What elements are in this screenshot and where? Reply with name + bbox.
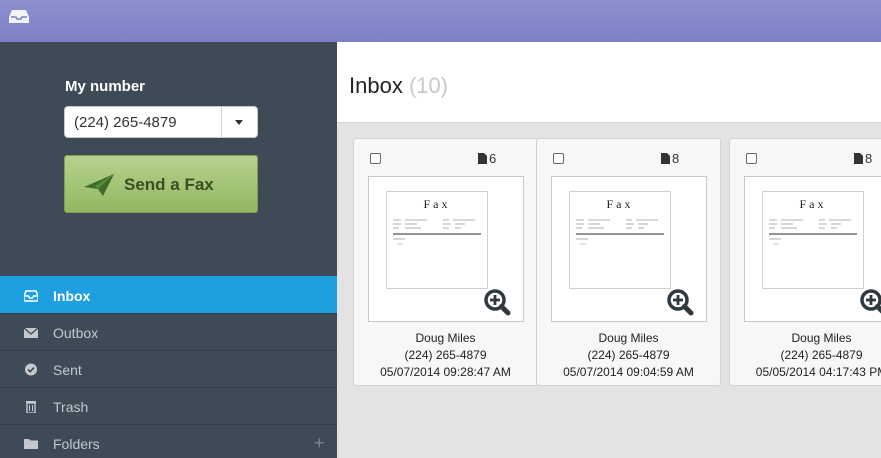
fax-page-preview: Fax — [762, 191, 864, 289]
sender-phone: (224) 265-4879 — [780, 348, 863, 362]
my-number-label: My number — [65, 78, 146, 95]
sender-name: Doug Miles — [791, 331, 852, 345]
sender-name: Doug Miles — [598, 331, 659, 345]
sidebar-nav: Inbox Outbox Sent Trash Folders + — [0, 276, 337, 458]
sender-phone: (224) 265-4879 — [587, 348, 670, 362]
page-count-value: 8 — [672, 151, 680, 166]
zoom-in-icon[interactable] — [483, 288, 511, 316]
sidebar-item-inbox[interactable]: Inbox — [0, 276, 337, 313]
sidebar-item-trash[interactable]: Trash — [0, 387, 337, 424]
fax-card[interactable]: 6 Fax Doug Miles (224) 265-4879 05/07/20… — [353, 138, 538, 386]
my-number-select[interactable]: (224) 265-4879 — [64, 106, 258, 138]
fax-card[interactable]: 8 Fax — [536, 138, 721, 386]
page-count: 6 — [478, 151, 496, 166]
sidebar-item-label: Outbox — [53, 325, 99, 341]
message-count: (10) — [408, 73, 449, 98]
page-title: Inbox (10) — [349, 73, 448, 99]
fax-preview-lines — [576, 219, 664, 245]
select-checkbox[interactable] — [370, 153, 381, 164]
fax-page-preview: Fax — [569, 191, 671, 289]
document-icon — [661, 153, 670, 164]
send-fax-label: Send a Fax — [124, 175, 214, 194]
page-count: 8 — [854, 151, 872, 166]
fax-preview-lines — [769, 219, 857, 245]
received-date: 05/07/2014 09:04:59 AM — [563, 365, 694, 379]
select-checkbox[interactable] — [746, 153, 757, 164]
envelope-icon — [24, 327, 38, 338]
sidebar-item-label: Inbox — [53, 288, 91, 304]
check-circle-icon — [25, 363, 37, 376]
sender-phone: (224) 265-4879 — [404, 348, 487, 362]
zoom-in-icon[interactable] — [859, 288, 881, 316]
sender-name: Doug Miles — [415, 331, 476, 345]
fax-preview-lines — [393, 219, 481, 245]
sidebar-item-folders[interactable]: Folders + — [0, 424, 337, 458]
fax-page-preview: Fax — [386, 191, 488, 289]
page-count-value: 8 — [865, 151, 873, 166]
received-date: 05/07/2014 09:28:47 AM — [380, 365, 511, 379]
fax-grid: 6 Fax Doug Miles (224) 265-4879 05/07/20… — [337, 122, 881, 458]
select-divider — [221, 107, 222, 137]
fax-thumbnail[interactable]: Fax — [744, 176, 881, 322]
document-icon — [478, 153, 487, 164]
received-date: 05/05/2014 04:17:43 PM — [755, 365, 881, 379]
sidebar-item-outbox[interactable]: Outbox — [0, 313, 337, 350]
fax-card[interactable]: 8 Fax — [729, 138, 881, 386]
sidebar-item-label: Folders — [53, 436, 100, 452]
sidebar-item-label: Trash — [53, 399, 89, 415]
document-icon — [854, 153, 863, 164]
page-count: 8 — [661, 151, 679, 166]
add-folder-button[interactable]: + — [314, 433, 325, 454]
chevron-down-icon[interactable] — [235, 120, 243, 125]
page-count-value: 6 — [489, 151, 497, 166]
inbox-tray-icon[interactable] — [9, 9, 29, 24]
zoom-in-icon[interactable] — [666, 288, 694, 316]
trash-icon — [26, 401, 36, 413]
paper-plane-icon — [84, 174, 114, 196]
page-title-text: Inbox — [349, 73, 403, 98]
send-fax-button[interactable]: Send a Fax — [64, 155, 258, 213]
title-bar — [0, 0, 881, 42]
folder-icon — [24, 439, 38, 449]
sidebar-item-label: Sent — [53, 362, 82, 378]
sidebar: My number (224) 265-4879 Send a Fax Inbo… — [0, 42, 337, 458]
selected-number: (224) 265-4879 — [74, 114, 177, 131]
select-checkbox[interactable] — [553, 153, 564, 164]
fax-thumbnail[interactable]: Fax — [368, 176, 524, 322]
sidebar-item-sent[interactable]: Sent — [0, 350, 337, 387]
fax-thumbnail[interactable]: Fax — [551, 176, 707, 322]
inbox-icon — [24, 290, 38, 302]
main-panel: Inbox (10) 6 Fax Doug Miles (224) 265-48… — [337, 42, 881, 458]
